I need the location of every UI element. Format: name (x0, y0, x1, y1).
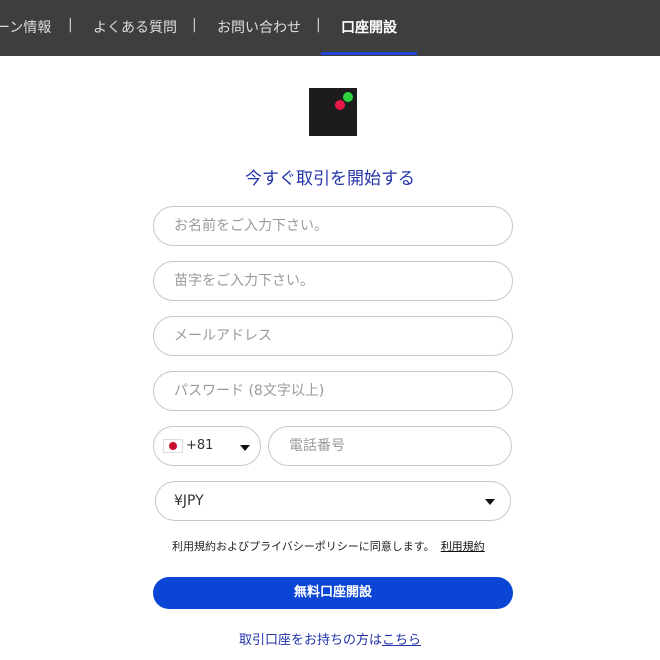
login-text: 取引口座をお持ちの方は (238, 633, 382, 648)
login-link[interactable]: こちら (382, 633, 421, 648)
active-tab-indicator (321, 52, 417, 55)
top-nav: ーン情報 | よくある質問 | お問い合わせ | 口座開設 (0, 0, 660, 56)
nav-item-faq[interactable]: よくある質問 (93, 17, 177, 37)
phone-input[interactable] (268, 426, 512, 466)
phone-country-select[interactable]: +81 (153, 426, 261, 466)
nav-item-account-open[interactable]: 口座開設 (341, 17, 397, 37)
email-input[interactable] (153, 316, 513, 356)
nav-separator: | (316, 17, 321, 33)
last-name-input[interactable] (153, 261, 513, 301)
caret-down-icon (485, 499, 495, 505)
phone-code-value: +81 (186, 438, 214, 453)
submit-button[interactable]: 無料口座開設 (153, 577, 513, 609)
caret-down-icon (240, 445, 250, 451)
currency-select[interactable]: ¥JPY (155, 481, 511, 521)
terms-text: 利用規約およびプライバシーポリシーに同意します。 (172, 540, 435, 553)
terms-link[interactable]: 利用規約 (441, 540, 485, 553)
logo-green-dot (343, 92, 353, 102)
brand-logo (309, 88, 357, 136)
nav-separator: | (192, 17, 197, 33)
logo-red-dot (335, 100, 345, 110)
first-name-input[interactable] (153, 206, 513, 246)
password-input[interactable] (153, 371, 513, 411)
currency-value: ¥JPY (174, 493, 204, 509)
nav-item-contact[interactable]: お問い合わせ (217, 17, 301, 37)
nav-separator: | (68, 17, 73, 33)
terms-agreement: 利用規約およびプライバシーポリシーに同意します。 利用規約 (172, 538, 485, 554)
nav-item-campaign[interactable]: ーン情報 (0, 17, 51, 37)
login-prompt: 取引口座をお持ちの方はこちら (0, 629, 660, 648)
form-title: 今すぐ取引を開始する (245, 169, 415, 189)
japan-flag-icon (163, 439, 183, 453)
